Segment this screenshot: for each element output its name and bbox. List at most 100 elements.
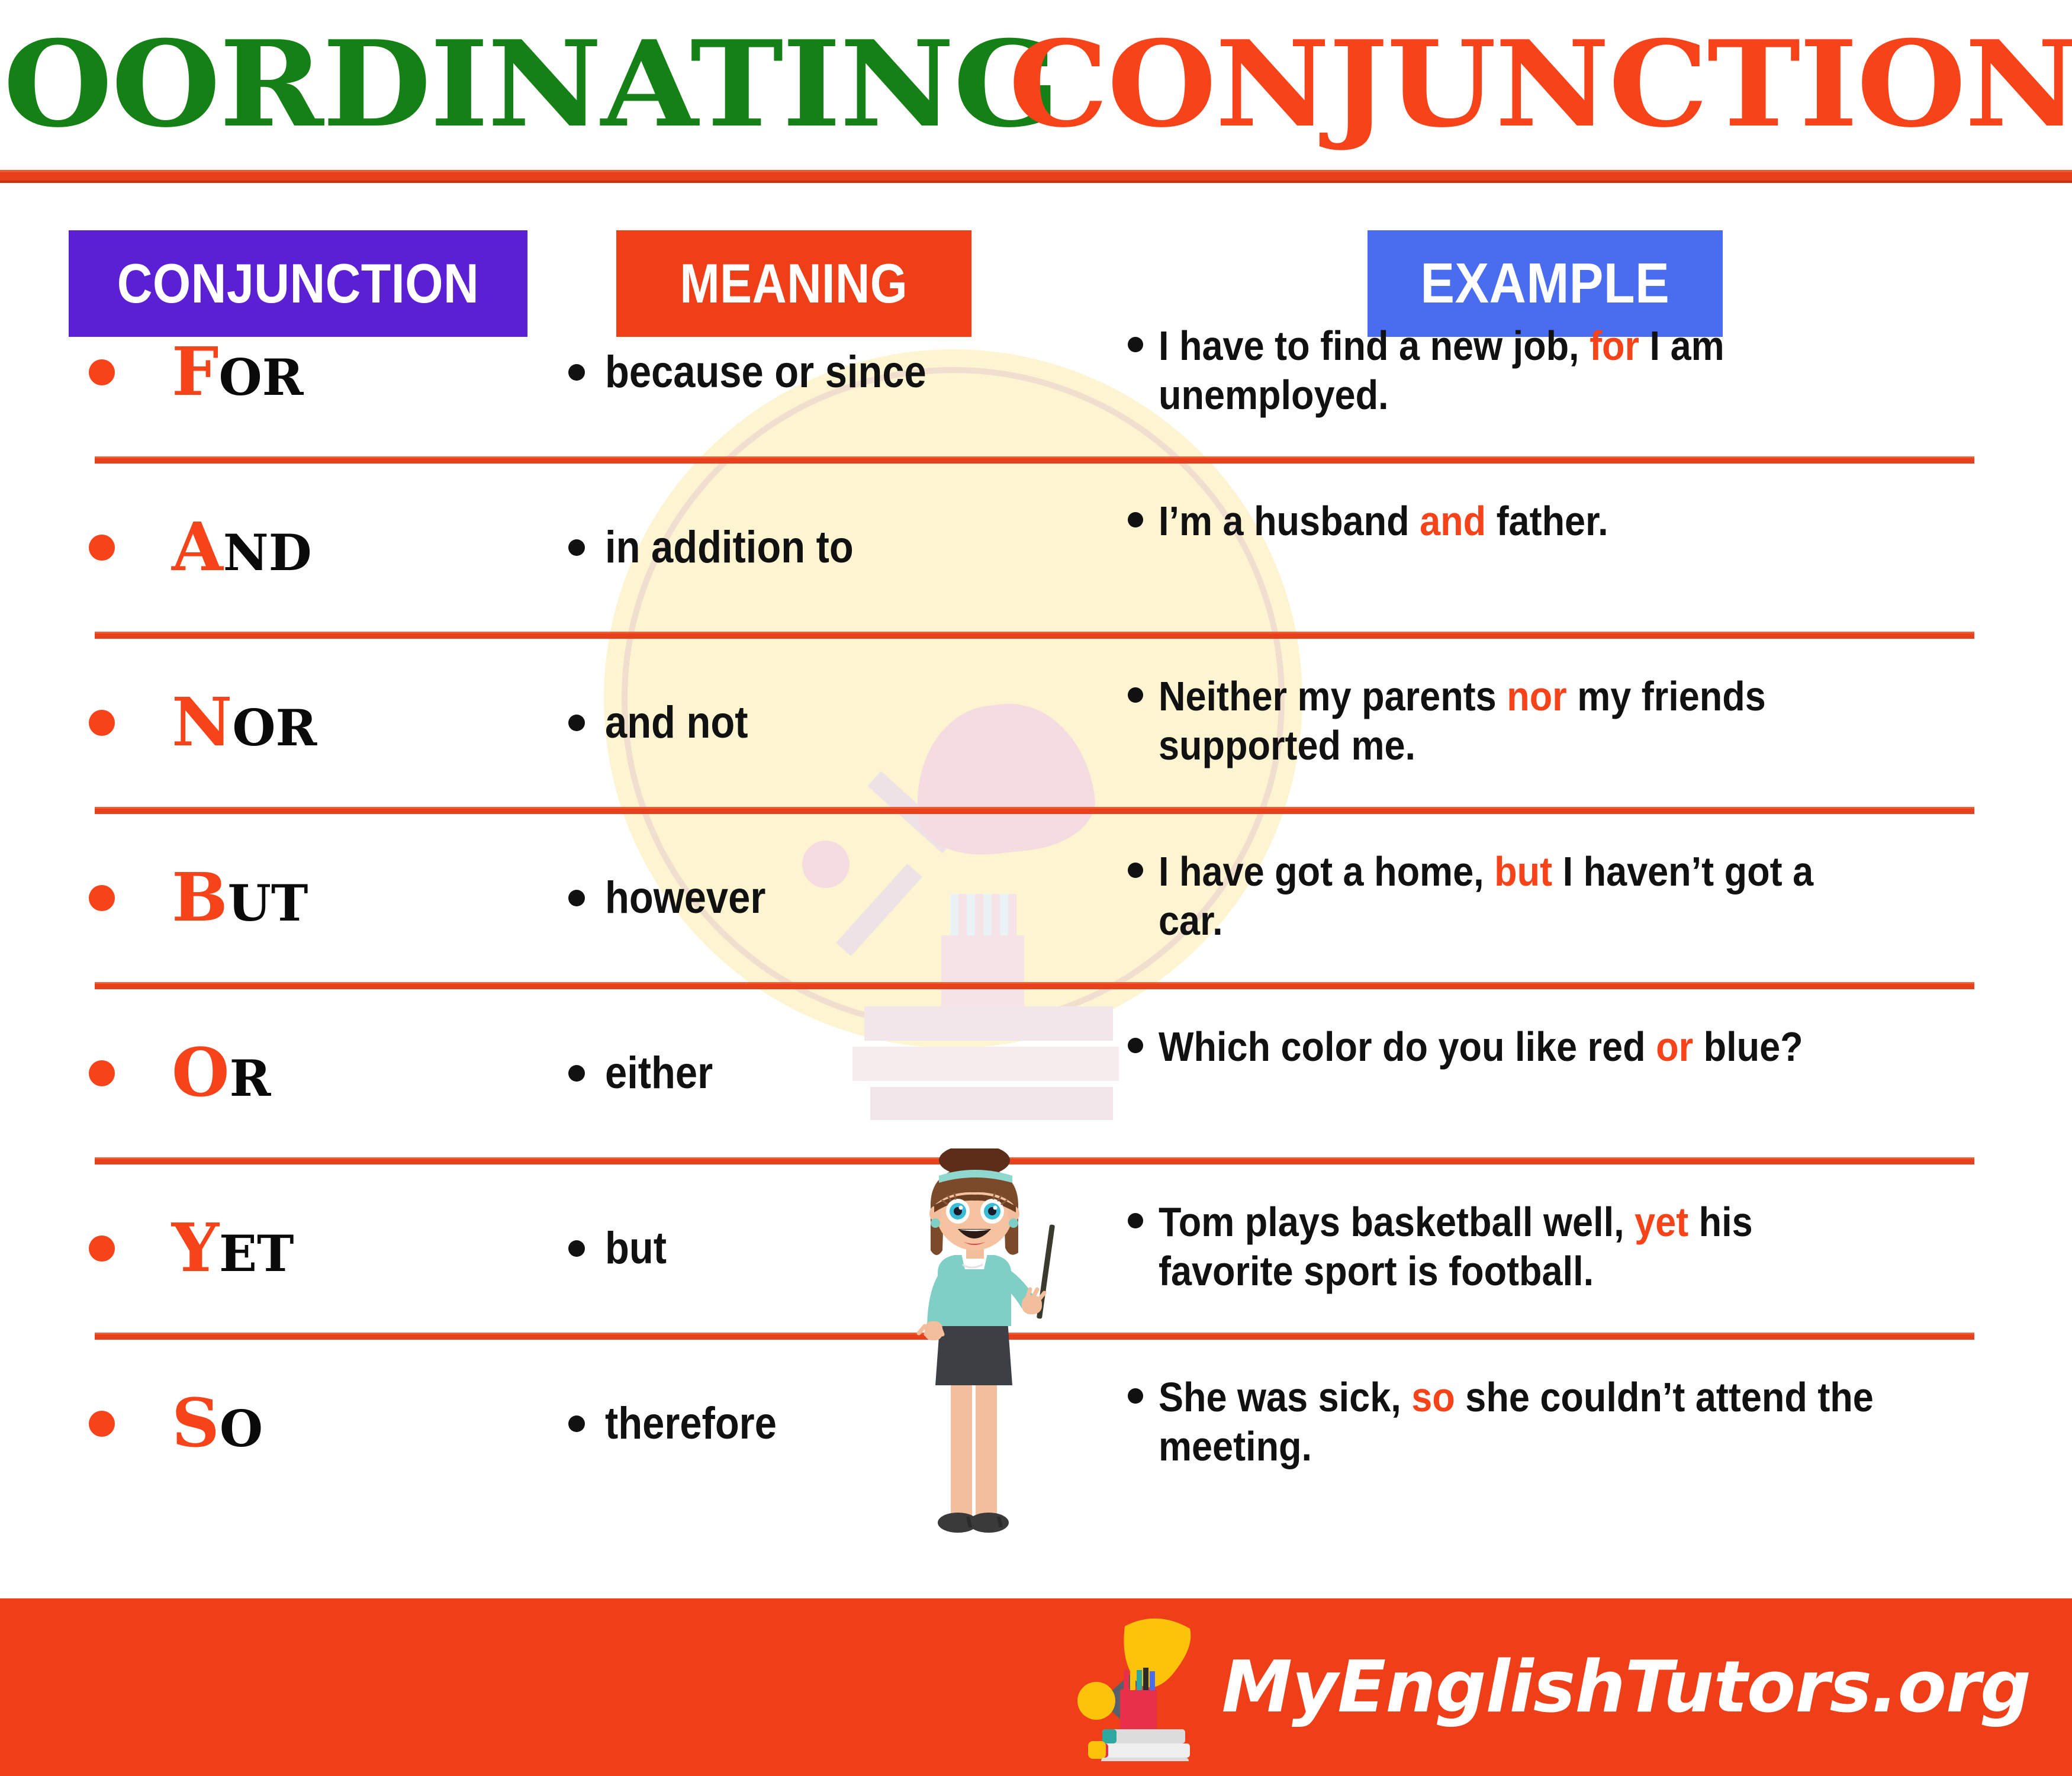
conjunction-word: FOR xyxy=(172,339,304,406)
conjunction-cell: AND xyxy=(89,506,539,589)
column-header-meaning: MEANING xyxy=(616,230,971,337)
conjunction-cell: NOR xyxy=(89,681,539,764)
conjunction-rest-letters: ET xyxy=(218,1224,294,1283)
column-header-conjunction-label: CONJUNCTION xyxy=(117,252,480,314)
column-header-conjunction: CONJUNCTION xyxy=(69,230,527,337)
conjunction-word: NOR xyxy=(172,690,317,756)
example-cell: Neither my parents nor my friends suppor… xyxy=(1128,672,1968,778)
example-highlighted-conjunction: yet xyxy=(1635,1199,1689,1245)
footer-brand-text: MyEnglishTutors.org xyxy=(1221,1646,2031,1729)
title-underline-rule xyxy=(0,170,2072,183)
conjunction-cell: FOR xyxy=(89,331,539,414)
meaning-cell: and not xyxy=(568,690,1101,755)
conjunction-rest-letters: OR xyxy=(218,348,304,407)
conjunction-rest-letters: UT xyxy=(227,874,308,932)
conjunction-word: OR xyxy=(172,1040,271,1106)
desk-lamp-books-logo-icon xyxy=(1077,1618,1191,1761)
column-header-example: EXAMPLE xyxy=(1368,230,1723,337)
meaning-cell: in addition to xyxy=(568,515,1101,580)
row-divider xyxy=(95,632,1974,639)
example-cell: I’m a husband and father. xyxy=(1128,497,1968,603)
example-text-pre: Tom plays basketball well, xyxy=(1159,1199,1635,1245)
example-text: Which color do you like red or blue? xyxy=(1159,1022,1887,1072)
example-highlighted-conjunction: but xyxy=(1494,848,1553,895)
meaning-text: and not xyxy=(605,697,748,748)
example-text-pre: I’m a husband xyxy=(1159,498,1420,544)
example-text-pre: Which color do you like red xyxy=(1159,1024,1656,1070)
example-highlighted-conjunction: so xyxy=(1411,1374,1455,1420)
conjunction-word: SO xyxy=(172,1391,263,1457)
conjunction-cell: OR xyxy=(89,1032,539,1115)
meaning-bullet xyxy=(568,715,585,731)
conjunction-first-letter: F xyxy=(172,333,219,411)
example-cell: Tom plays basketball well, yet his favor… xyxy=(1128,1198,1968,1304)
example-text: I have to find a new job, for I am unemp… xyxy=(1159,321,1887,419)
row-divider xyxy=(95,807,1974,814)
example-highlighted-conjunction: nor xyxy=(1507,673,1567,719)
example-highlighted-conjunction: for xyxy=(1590,323,1640,369)
meaning-text: either xyxy=(605,1048,713,1098)
meaning-bullet xyxy=(568,1240,585,1257)
conjunction-cell: SO xyxy=(89,1382,539,1465)
conjunction-word: YET xyxy=(172,1215,294,1282)
example-text-post: blue? xyxy=(1693,1024,1803,1070)
meaning-text: because or since xyxy=(605,347,926,397)
example-highlighted-conjunction: or xyxy=(1656,1024,1694,1070)
conjunction-bullet xyxy=(89,1236,115,1262)
example-text-post: father. xyxy=(1486,498,1608,544)
example-text-pre: I have got a home, xyxy=(1159,848,1495,895)
meaning-cell: either xyxy=(568,1041,1101,1106)
conjunction-rest-letters: ND xyxy=(223,523,312,582)
example-text: Neither my parents nor my friends suppor… xyxy=(1159,672,1887,770)
example-text-pre: I have to find a new job, xyxy=(1159,323,1590,369)
example-bullet xyxy=(1128,337,1143,352)
conjunction-bullet xyxy=(89,885,115,911)
meaning-bullet xyxy=(568,890,585,906)
teacher-illustration xyxy=(916,1148,1055,1533)
conjunction-first-letter: A xyxy=(172,509,223,586)
row-divider xyxy=(95,982,1974,989)
example-bullet xyxy=(1128,1038,1143,1053)
conjunction-first-letter: Y xyxy=(172,1209,219,1287)
column-header-meaning-label: MEANING xyxy=(680,252,908,314)
meaning-cell: because or since xyxy=(568,340,1101,405)
example-highlighted-conjunction: and xyxy=(1420,498,1487,544)
conjunction-bullet xyxy=(89,535,115,561)
column-header-example-label: EXAMPLE xyxy=(1420,252,1670,315)
example-text: I’m a husband and father. xyxy=(1159,497,1887,546)
conjunction-bullet xyxy=(89,359,115,385)
example-text: Tom plays basketball well, yet his favor… xyxy=(1159,1198,1887,1295)
example-cell: She was sick, so she couldn’t attend the… xyxy=(1128,1373,1968,1479)
meaning-text: however xyxy=(605,873,766,923)
conjunction-cell: YET xyxy=(89,1207,539,1290)
conjunction-bullet xyxy=(89,1411,115,1437)
conjunction-cell: BUT xyxy=(89,857,539,940)
meaning-text: but xyxy=(605,1223,667,1273)
meaning-text: therefore xyxy=(605,1398,777,1449)
conjunction-first-letter: B xyxy=(172,859,228,937)
example-text: I have got a home, but I haven’t got a c… xyxy=(1159,847,1887,945)
example-bullet xyxy=(1128,863,1143,878)
title-word-conjunctions: CONJUNCTIONS xyxy=(1008,15,2072,154)
conjunction-first-letter: N xyxy=(172,684,233,761)
title-word-coordinating: COORDINATING xyxy=(0,15,1060,154)
example-cell: Which color do you like red or blue? xyxy=(1128,1022,1968,1129)
example-bullet xyxy=(1128,687,1143,703)
meaning-bullet xyxy=(568,1415,585,1432)
conjunction-first-letter: O xyxy=(172,1034,230,1112)
example-cell: I have to find a new job, for I am unemp… xyxy=(1128,321,1968,428)
example-text-pre: She was sick, xyxy=(1159,1374,1412,1420)
conjunction-rest-letters: R xyxy=(229,1049,271,1108)
conjunction-word: BUT xyxy=(172,865,308,931)
example-text-pre: Neither my parents xyxy=(1159,673,1507,719)
conjunction-bullet xyxy=(89,710,115,736)
footer-bar: MyEnglishTutors.org xyxy=(0,1598,2072,1776)
meaning-cell: however xyxy=(568,866,1101,931)
meaning-text: in addition to xyxy=(605,522,854,572)
example-cell: I have got a home, but I haven’t got a c… xyxy=(1128,847,1968,954)
conjunction-word: AND xyxy=(172,514,312,581)
meaning-bullet xyxy=(568,539,585,556)
conjunction-bullet xyxy=(89,1060,115,1086)
page-title: COORDINATING CONJUNCTIONS xyxy=(0,0,2072,169)
meaning-bullet xyxy=(568,1065,585,1082)
